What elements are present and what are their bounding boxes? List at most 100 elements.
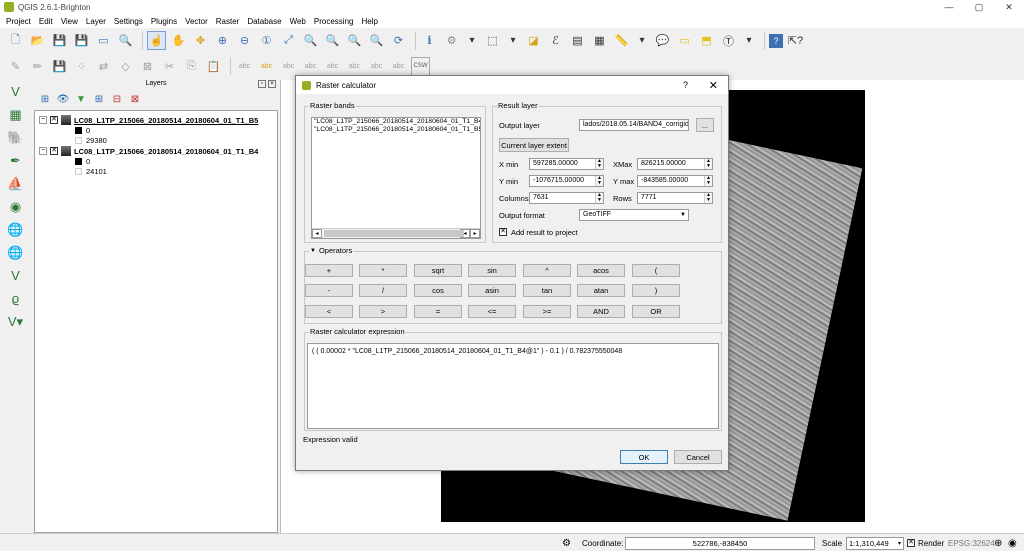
label-highlight-icon[interactable]: abc: [279, 57, 298, 76]
spinner-icon[interactable]: ▲ ▼: [595, 193, 603, 203]
operator-equals-button[interactable]: =: [414, 305, 462, 318]
gps-tool-icon[interactable]: ⚙: [442, 31, 461, 50]
add-mssql-layer-icon[interactable]: ⛵: [6, 174, 25, 193]
menu-settings[interactable]: Settings: [110, 17, 147, 26]
label-pin-icon[interactable]: abc: [257, 57, 276, 76]
messages-icon[interactable]: ◉: [1008, 536, 1017, 550]
layer-visibility-checkbox[interactable]: ✕: [50, 116, 58, 124]
expand-all-icon[interactable]: ⊞: [92, 92, 106, 106]
menu-project[interactable]: Project: [2, 17, 35, 26]
dropdown-arrow-icon[interactable]: ▾: [464, 31, 480, 50]
operator-multiply-button[interactable]: *: [359, 264, 407, 277]
coordinate-toggle-icon[interactable]: ⚙: [562, 536, 571, 550]
operator-divide-button[interactable]: /: [359, 284, 407, 297]
layer-row[interactable]: − ✕ LC08_L1TP_215066_20180514_20180604_0…: [39, 115, 258, 125]
operator-asin-button[interactable]: asin: [468, 284, 516, 297]
operators-header[interactable]: ▼ Operators: [309, 246, 354, 255]
new-print-composer-icon[interactable]: ▭: [94, 31, 113, 50]
label-abc-icon[interactable]: abc: [235, 57, 254, 76]
add-result-checkbox[interactable]: ✕: [499, 228, 507, 236]
menu-plugins[interactable]: Plugins: [147, 17, 181, 26]
current-layer-extent-button[interactable]: Current layer extent: [499, 138, 569, 152]
spinner-icon[interactable]: ▲ ▼: [595, 159, 603, 169]
menu-vector[interactable]: Vector: [181, 17, 212, 26]
spinner-icon[interactable]: ▲ ▼: [704, 159, 712, 169]
epsg-label[interactable]: EPSG:32624: [948, 536, 995, 550]
raster-bands-list[interactable]: "LC08_L1TP_215066_20180514_20180604_01_T…: [311, 117, 481, 239]
zoom-full-icon[interactable]: ⤢: [279, 31, 298, 50]
xmax-field[interactable]: 826215.00000 ▲ ▼: [637, 158, 713, 170]
add-postgis-layer-icon[interactable]: 🐘: [6, 128, 25, 147]
measure-line-icon[interactable]: 📏: [612, 31, 631, 50]
open-project-icon[interactable]: 📂: [28, 31, 47, 50]
label-properties-icon[interactable]: abc: [389, 57, 408, 76]
operator-cos-button[interactable]: cos: [414, 284, 462, 297]
remove-layer-icon[interactable]: ⊠: [128, 92, 142, 106]
add-wfs-layer-icon[interactable]: V: [6, 266, 25, 285]
close-panel-icon[interactable]: ×: [268, 80, 276, 88]
collapse-icon[interactable]: −: [39, 147, 47, 155]
layer-row[interactable]: − ✕ LC08_L1TP_215066_20180514_20180604_0…: [39, 146, 258, 156]
add-vector-layer-icon[interactable]: V: [6, 82, 25, 101]
pan-map-icon[interactable]: ✋: [169, 31, 188, 50]
add-wcs-layer-icon[interactable]: 🌐: [6, 243, 25, 262]
zoom-out-icon[interactable]: ⊖: [235, 31, 254, 50]
collapse-all-icon[interactable]: ⊟: [110, 92, 124, 106]
operator-minus-button[interactable]: -: [305, 284, 353, 297]
attribute-table-icon[interactable]: ▤: [568, 31, 587, 50]
map-tips-icon[interactable]: 💬: [653, 31, 672, 50]
zoom-last-icon[interactable]: 🔍: [345, 31, 364, 50]
add-delimited-text-icon[interactable]: ϱ: [6, 289, 25, 308]
pan-to-selection-icon[interactable]: ✥: [191, 31, 210, 50]
show-bookmarks-icon[interactable]: ⬒: [697, 31, 716, 50]
scrollbar-thumb[interactable]: [324, 230, 464, 237]
whats-this-icon[interactable]: ⇱?: [786, 31, 805, 50]
delete-selected-icon[interactable]: ⊠: [138, 57, 157, 76]
columns-field[interactable]: 7631 ▲ ▼: [529, 192, 604, 204]
operator-power-button[interactable]: ^: [523, 264, 571, 277]
help-contents-icon[interactable]: ?: [769, 33, 783, 48]
add-feature-icon[interactable]: ⁘: [72, 57, 91, 76]
composer-manager-icon[interactable]: 🔍: [116, 31, 135, 50]
raster-band-item[interactable]: "LC08_L1TP_215066_20180514_20180604_01_T…: [312, 126, 480, 134]
label-rotate-icon[interactable]: abc: [345, 57, 364, 76]
toggle-editing-icon[interactable]: ✏: [28, 57, 47, 76]
browse-button[interactable]: ...: [696, 118, 714, 132]
cancel-button[interactable]: Cancel: [674, 450, 722, 464]
copy-features-icon[interactable]: ⎘: [182, 57, 201, 76]
operator-sqrt-button[interactable]: sqrt: [414, 264, 462, 277]
ok-button[interactable]: OK: [620, 450, 668, 464]
spinner-icon[interactable]: ▲ ▼: [704, 176, 712, 186]
save-layer-edits-icon[interactable]: 💾: [50, 57, 69, 76]
label-move-icon[interactable]: abc: [323, 57, 342, 76]
node-tool-icon[interactable]: ◇: [116, 57, 135, 76]
new-shapefile-icon[interactable]: V▾: [6, 312, 25, 331]
expression-input[interactable]: ( ( 0.00002 * "LC08_L1TP_215066_20180514…: [307, 343, 719, 429]
csw-icon[interactable]: CSW: [411, 56, 430, 76]
operator-open-paren-button[interactable]: (: [632, 264, 680, 277]
operator-tan-button[interactable]: tan: [523, 284, 571, 297]
operator-atan-button[interactable]: atan: [577, 284, 625, 297]
paste-features-icon[interactable]: 📋: [204, 57, 223, 76]
operator-greater-than-button[interactable]: >: [359, 305, 407, 318]
render-checkbox[interactable]: ✕: [907, 539, 915, 547]
output-format-combo[interactable]: GeoTIFF ▼: [579, 209, 689, 221]
dialog-close-button[interactable]: ✕: [709, 79, 718, 92]
coordinate-field[interactable]: 522786,-838450: [625, 536, 815, 550]
add-group-icon[interactable]: ⊞: [38, 92, 52, 106]
operator-and-button[interactable]: AND: [577, 305, 625, 318]
field-calculator-icon[interactable]: ℰ: [546, 31, 565, 50]
float-panel-icon[interactable]: ▫: [258, 80, 266, 88]
render-toggle[interactable]: ✕ Render: [907, 536, 944, 550]
save-as-icon[interactable]: 💾: [72, 31, 91, 50]
deselect-features-icon[interactable]: ◪: [524, 31, 543, 50]
identify-features-icon[interactable]: ℹ: [420, 31, 439, 50]
scroll-left-icon[interactable]: ◂: [312, 229, 322, 238]
add-spatialite-layer-icon[interactable]: ✒: [6, 151, 25, 170]
dropdown-arrow-icon[interactable]: ▾: [505, 31, 521, 50]
operator-close-paren-button[interactable]: ): [632, 284, 680, 297]
scale-combo[interactable]: 1:1,310,449 ▾: [846, 536, 904, 550]
ymax-field[interactable]: -843585.00000 ▲ ▼: [637, 175, 713, 187]
close-window-button[interactable]: ✕: [994, 0, 1024, 14]
operator-or-button[interactable]: OR: [632, 305, 680, 318]
